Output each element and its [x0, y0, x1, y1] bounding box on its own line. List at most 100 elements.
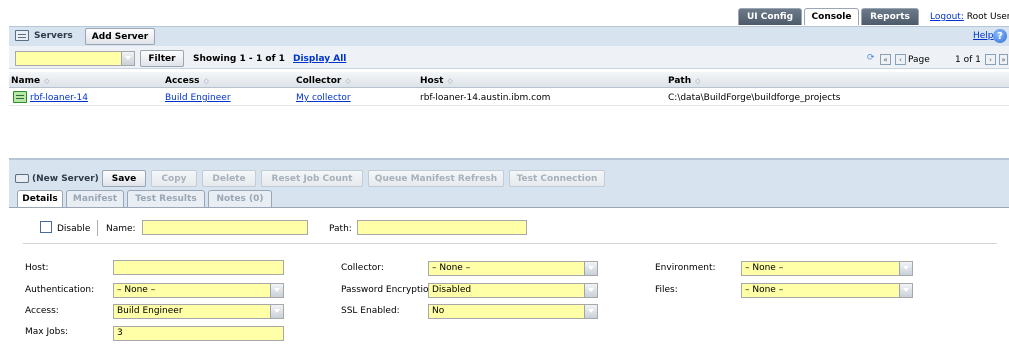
host-field[interactable]	[113, 260, 284, 275]
collector-label: Collector:	[341, 263, 384, 273]
display-all-link[interactable]: Display All	[293, 54, 346, 64]
server-status-icon	[13, 91, 27, 103]
col-name[interactable]: Name ◇	[11, 76, 49, 86]
col-access[interactable]: Access ◇	[165, 76, 209, 86]
ssl-enabled-select[interactable]: No	[428, 304, 598, 319]
max-jobs-field[interactable]: 3	[113, 326, 284, 341]
current-user: Root User	[966, 12, 1009, 22]
help-icon[interactable]: ?	[993, 29, 1007, 43]
name-field[interactable]	[142, 220, 308, 235]
server-collector-link[interactable]: My collector	[296, 93, 351, 103]
col-name-label: Name	[11, 76, 41, 86]
chevron-down-icon	[584, 262, 597, 275]
environment-select[interactable]: – None –	[741, 261, 913, 276]
save-button[interactable]: Save	[102, 170, 146, 187]
filter-button[interactable]: Filter	[140, 50, 184, 67]
reset-job-count-label: Reset Job Count	[271, 173, 353, 184]
add-server-label: Add Server	[91, 31, 149, 42]
col-host-label: Host	[420, 76, 444, 86]
server-name-link[interactable]: rbf-loaner-14	[30, 93, 88, 103]
sort-icon: ◇	[447, 77, 453, 85]
save-label: Save	[111, 173, 137, 184]
add-server-button[interactable]: Add Server	[85, 28, 155, 45]
separator	[97, 220, 98, 236]
collector-value: – None –	[432, 263, 471, 273]
queue-manifest-refresh-label: Queue Manifest Refresh	[374, 173, 498, 184]
tab-details-label: Details	[22, 194, 58, 204]
tab-ui-config-label: UI Config	[746, 12, 794, 22]
authentication-label: Authentication:	[25, 285, 95, 295]
page-title: Servers	[34, 31, 73, 41]
tab-test-results[interactable]: Test Results	[127, 190, 205, 207]
servers-header	[9, 26, 1009, 46]
path-field[interactable]	[357, 220, 527, 235]
chevron-down-icon	[270, 305, 283, 318]
delete-button[interactable]: Delete	[202, 170, 256, 187]
first-page-icon[interactable]: «	[880, 54, 891, 65]
collector-select[interactable]: – None –	[428, 261, 598, 276]
tab-reports[interactable]: Reports	[861, 8, 919, 25]
tab-manifest-label: Manifest	[72, 194, 118, 204]
col-access-label: Access	[165, 76, 200, 86]
server-path: C:\data\BuildForge\buildforge_projects	[668, 93, 841, 103]
tab-console-label: Console	[811, 12, 852, 22]
tab-notes[interactable]: Notes (0)	[208, 190, 272, 207]
tab-console[interactable]: Console	[804, 8, 859, 25]
logout-area: Logout: Root User	[930, 12, 1009, 22]
last-page-icon[interactable]: »	[999, 54, 1008, 65]
path-label: Path:	[329, 224, 352, 234]
chevron-down-icon	[121, 52, 134, 65]
tab-ui-config[interactable]: UI Config	[738, 8, 802, 25]
servers-icon	[15, 30, 29, 41]
access-value: Build Engineer	[117, 306, 183, 316]
next-page-icon[interactable]: ›	[985, 54, 996, 65]
server-access-link[interactable]: Build Engineer	[165, 93, 231, 103]
col-path[interactable]: Path ◇	[668, 76, 701, 86]
tab-test-results-label: Test Results	[135, 194, 197, 204]
col-collector-label: Collector	[296, 76, 342, 86]
page-label: Page	[908, 55, 930, 65]
queue-manifest-refresh-button[interactable]: Queue Manifest Refresh	[368, 170, 504, 187]
test-connection-button[interactable]: Test Connection	[509, 170, 605, 187]
reset-job-count-button[interactable]: Reset Job Count	[261, 170, 363, 187]
sort-icon: ◇	[203, 77, 209, 85]
max-jobs-value: 3	[117, 328, 123, 338]
chevron-down-icon	[584, 305, 597, 318]
page-count: 1 of 1	[955, 55, 981, 65]
tab-manifest[interactable]: Manifest	[66, 190, 124, 207]
chevron-down-icon	[270, 284, 283, 297]
tab-notes-label: Notes (0)	[216, 194, 264, 204]
files-select[interactable]: – None –	[741, 283, 913, 298]
password-encryption-label: Password Encryption:	[341, 285, 438, 295]
name-label: Name:	[106, 224, 136, 234]
col-host[interactable]: Host ◇	[420, 76, 453, 86]
disable-checkbox[interactable]	[40, 221, 52, 233]
disable-label: Disable	[57, 224, 91, 234]
ssl-enabled-label: SSL Enabled:	[341, 306, 400, 316]
host-label: Host:	[25, 263, 49, 273]
help-link[interactable]: Help	[973, 31, 994, 41]
chevron-down-icon	[584, 284, 597, 297]
password-encryption-select[interactable]: Disabled	[428, 283, 598, 298]
chevron-down-icon	[899, 262, 912, 275]
filter-button-label: Filter	[148, 53, 176, 64]
access-select[interactable]: Build Engineer	[113, 304, 284, 319]
table-header	[9, 72, 1009, 88]
authentication-select[interactable]: – None –	[113, 283, 284, 298]
password-encryption-value: Disabled	[432, 285, 472, 295]
authentication-value: – None –	[117, 285, 156, 295]
copy-button[interactable]: Copy	[151, 170, 197, 187]
logout-link[interactable]: Logout:	[930, 12, 964, 22]
chevron-down-icon	[899, 284, 912, 297]
delete-label: Delete	[212, 173, 246, 184]
filter-select[interactable]	[15, 51, 135, 66]
refresh-icon[interactable]: ⟳	[867, 53, 881, 64]
showing-count: 1 of 1	[256, 54, 285, 64]
environment-value: – None –	[745, 263, 784, 273]
showing-label: Showing 1 -	[193, 54, 253, 64]
tab-details[interactable]: Details	[17, 190, 63, 207]
col-collector[interactable]: Collector ◇	[296, 76, 351, 86]
test-connection-label: Test Connection	[516, 173, 598, 184]
sort-icon: ◇	[345, 77, 351, 85]
prev-page-icon[interactable]: ‹	[895, 54, 906, 65]
